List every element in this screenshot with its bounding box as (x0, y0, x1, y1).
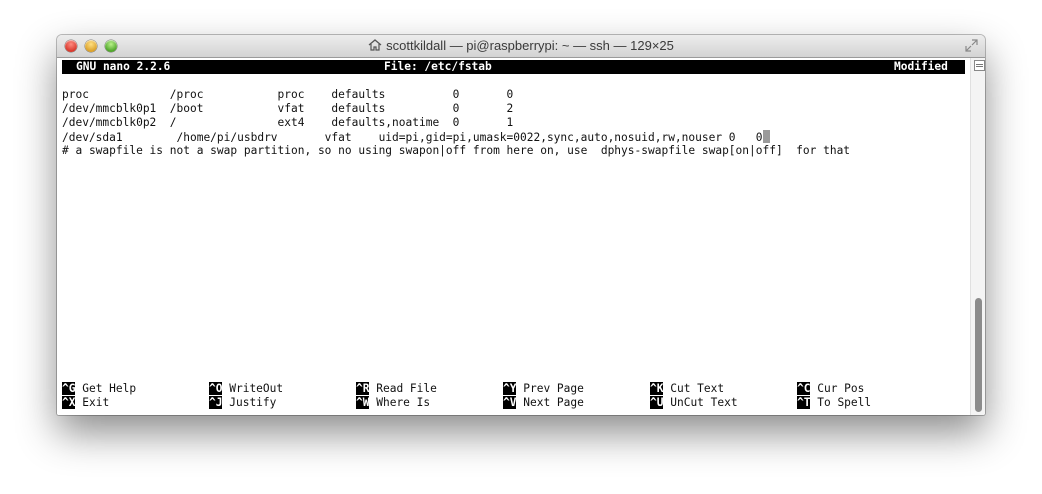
fstab-line-with-cursor: /dev/sda1 /home/pi/usbdrv vfat uid=pi,gi… (62, 130, 770, 144)
shortcut-label: Read File (376, 382, 437, 395)
shortcut-key: ^V (503, 396, 517, 409)
shortcut-key: ^C (797, 382, 811, 395)
shortcut-justify[interactable]: ^J Justify (209, 396, 276, 410)
shortcut-label: Justify (229, 396, 277, 409)
shortcut-key: ^X (62, 396, 76, 409)
shortcut-key: ^O (209, 382, 223, 395)
nano-version: GNU nano 2.2.6 (76, 60, 171, 73)
terminal-content[interactable]: GNU nano 2.2.6 File: /etc/fstab Modified… (57, 58, 970, 415)
shortcut-label: Get Help (82, 382, 137, 395)
shortcut-writeout[interactable]: ^O WriteOut (209, 382, 283, 396)
vertical-scrollbar[interactable] (970, 58, 985, 415)
shortcut-key: ^W (356, 396, 370, 409)
shortcut-cur-pos[interactable]: ^C Cur Pos (797, 382, 864, 396)
fstab-comment-line: # a swapfile is not a swap partition, so… (62, 144, 851, 157)
fstab-line: /dev/mmcblk0p1 /boot vfat defaults 0 2 (62, 102, 514, 115)
nano-filename: File: /etc/fstab (384, 60, 492, 73)
shortcut-key: ^U (650, 396, 664, 409)
nano-header: GNU nano 2.2.6 File: /etc/fstab Modified (62, 60, 965, 74)
shortcut-key: ^Y (503, 382, 517, 395)
shortcut-key: ^J (209, 396, 223, 409)
shortcut-uncut-text[interactable]: ^U UnCut Text (650, 396, 738, 410)
shortcut-label: Exit (82, 396, 110, 409)
shortcut-label: WriteOut (229, 382, 284, 395)
shortcut-where-is[interactable]: ^W Where Is (356, 396, 430, 410)
shortcut-label: UnCut Text (670, 396, 738, 409)
window-title: scottkildall — pi@raspberrypi: ~ — ssh —… (386, 38, 674, 53)
fstab-line: /dev/sda1 /home/pi/usbdrv vfat uid=pi,gi… (62, 131, 763, 144)
nano-status: Modified (894, 60, 948, 73)
shortcut-read-file[interactable]: ^R Read File (356, 382, 437, 396)
shortcut-cut-text[interactable]: ^K Cut Text (650, 382, 724, 396)
shortcut-next-page[interactable]: ^V Next Page (503, 396, 584, 410)
home-icon (368, 39, 382, 51)
scroll-lines-icon[interactable] (974, 60, 985, 71)
fstab-line: proc /proc proc defaults 0 0 (62, 88, 514, 101)
scrollbar-thumb[interactable] (975, 298, 982, 412)
shortcut-exit[interactable]: ^X Exit (62, 396, 109, 410)
fullscreen-icon[interactable] (965, 39, 978, 52)
shortcut-label: Next Page (523, 396, 584, 409)
fstab-line: /dev/mmcblk0p2 / ext4 defaults,noatime 0… (62, 116, 514, 129)
shortcut-prev-page[interactable]: ^Y Prev Page (503, 382, 584, 396)
title-bar[interactable]: scottkildall — pi@raspberrypi: ~ — ssh —… (57, 35, 985, 58)
window-title-area: scottkildall — pi@raspberrypi: ~ — ssh —… (57, 35, 985, 57)
shortcut-key: ^G (62, 382, 76, 395)
text-cursor (762, 130, 770, 143)
shortcut-key: ^R (356, 382, 370, 395)
shortcut-label: Cur Pos (817, 382, 865, 395)
shortcut-get-help[interactable]: ^G Get Help (62, 382, 136, 396)
shortcut-label: Where Is (376, 396, 431, 409)
shortcut-key: ^T (797, 396, 811, 409)
shortcut-label: Prev Page (523, 382, 584, 395)
shortcut-key: ^K (650, 382, 664, 395)
shortcut-label: To Spell (817, 396, 872, 409)
shortcut-to-spell[interactable]: ^T To Spell (797, 396, 871, 410)
terminal-window: scottkildall — pi@raspberrypi: ~ — ssh —… (57, 35, 985, 415)
shortcut-label: Cut Text (670, 382, 725, 395)
